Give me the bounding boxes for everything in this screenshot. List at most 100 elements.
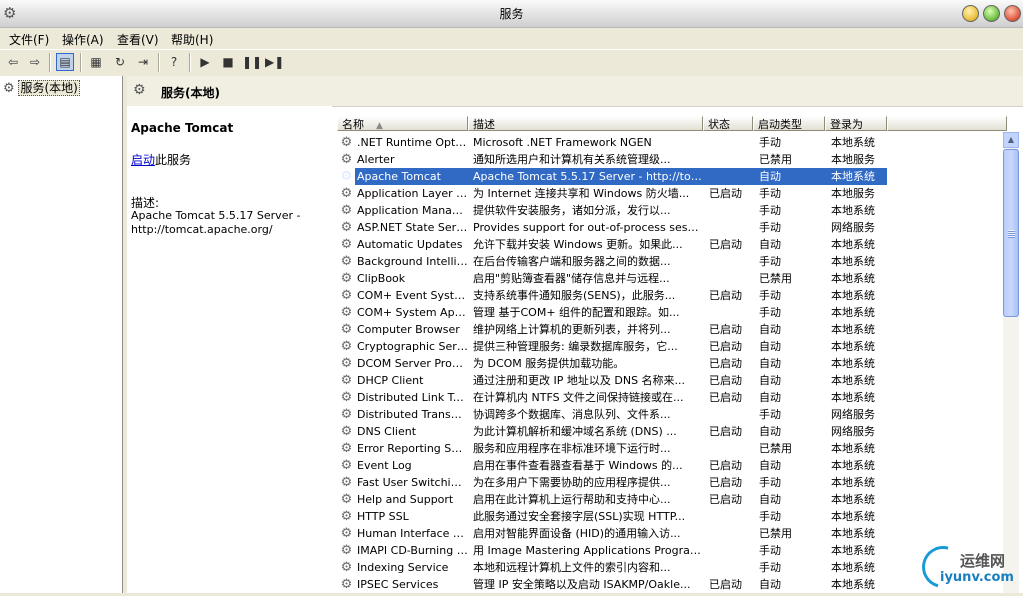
service-status — [707, 406, 757, 423]
column-header-name[interactable]: 名称 ▲ — [337, 116, 468, 131]
service-description: 为 DCOM 服务提供加载功能。 — [473, 357, 625, 370]
vertical-scrollbar[interactable]: ▲ — [1003, 132, 1019, 593]
service-startup-type: 自动 — [759, 357, 781, 370]
menu-action[interactable]: 操作(A) — [62, 31, 104, 48]
service-row[interactable]: ⚙ Indexing Service 本地和远程计算机上文件的索引内容和... 手动 本… — [337, 559, 1007, 576]
service-row[interactable]: ⚙ .NET Runtime Optim... Microsoft .NET Fra… — [337, 134, 1007, 151]
service-row[interactable]: ⚙ Help and Support 启用在此计算机上运行帮助和支持中心... 已启动… — [337, 491, 1007, 508]
service-row[interactable]: ⚙ ClipBook 启用"剪贴簿查看器"储存信息并与远程... 已禁用 本地系统 — [337, 270, 1007, 287]
service-startup-type: 手动 — [759, 136, 781, 149]
pause-icon[interactable]: ❚❚ — [242, 53, 262, 71]
service-row[interactable]: ⚙ DHCP Client 通过注册和更改 IP 地址以及 DNS 名称来... 已启… — [337, 372, 1007, 389]
export-list-icon[interactable]: ⇥ — [134, 53, 152, 71]
details-pane: ⚙ 服务(本地) Apache Tomcat 启动此服务 描述: Apache … — [127, 76, 1023, 593]
service-description: 在后台传输客户端和服务器之间的数据... — [473, 255, 671, 268]
service-startup-type: 自动 — [759, 391, 781, 404]
service-description: 启用在事件查看器查看基于 Windows 的... — [473, 459, 683, 472]
service-status — [707, 253, 757, 270]
service-row[interactable]: ⚙ ASP.NET State Serv... Provides support f… — [337, 219, 1007, 236]
column-header-status[interactable]: 状态 — [703, 116, 753, 131]
service-name: DCOM Server Proce... — [357, 357, 468, 370]
service-row[interactable]: ⚙ Alerter 通知所选用户和计算机有关系统管理级... 已禁用 本地服务 — [337, 151, 1007, 168]
service-gear-icon: ⚙ — [340, 458, 353, 473]
service-startup-type: 自动 — [759, 459, 781, 472]
back-arrow-icon[interactable]: ⇦ — [4, 53, 22, 71]
service-description: 通过注册和更改 IP 地址以及 DNS 名称来... — [473, 374, 686, 387]
service-gear-icon: ⚙ — [340, 305, 353, 320]
service-name: Distributed Link Tra... — [357, 391, 468, 404]
service-row[interactable]: ⚙ Automatic Updates 允许下载并安装 Windows 更新。如果此… — [337, 236, 1007, 253]
restart-icon[interactable]: ▶❚ — [265, 53, 284, 71]
service-row[interactable]: ⚙ Apache Tomcat Apache Tomcat 5.5.17 Serve… — [337, 168, 1007, 185]
service-row[interactable]: ⚙ Application Manage... 提供软件安装服务，诸如分派，发行以.… — [337, 202, 1007, 219]
help-icon[interactable]: ? — [165, 53, 183, 71]
play-icon[interactable]: ▶ — [196, 53, 214, 71]
column-header-logon[interactable]: 登录为 — [825, 116, 887, 131]
column-header-description[interactable]: 描述 — [468, 116, 703, 131]
service-row[interactable]: ⚙ Cryptographic Servi... 提供三种管理服务: 编录数据库服务… — [337, 338, 1007, 355]
service-description: 提供软件安装服务，诸如分派，发行以... — [473, 204, 671, 217]
minimize-button[interactable] — [962, 5, 979, 22]
column-header-startup-type[interactable]: 启动类型 — [753, 116, 825, 131]
service-row[interactable]: ⚙ Computer Browser 维护网络上计算机的更新列表，并将列... 已启动… — [337, 321, 1007, 338]
service-row[interactable]: ⚙ IMAPI CD-Burning C... 用 Image Mastering … — [337, 542, 1007, 559]
service-description: 此服务通过安全套接字层(SSL)实现 HTTP... — [473, 510, 686, 523]
service-row[interactable]: ⚙ COM+ Event System 支持系统事件通知服务(SENS)，此服务..… — [337, 287, 1007, 304]
service-row[interactable]: ⚙ Fast User Switching... 为在多用户下需要协助的应用程序提供… — [337, 474, 1007, 491]
start-service-link[interactable]: 启动 — [131, 153, 155, 167]
stop-icon[interactable]: ■ — [219, 53, 237, 71]
scroll-up-icon[interactable]: ▲ — [1003, 132, 1019, 148]
service-row[interactable]: ⚙ IPSEC Services 管理 IP 安全策略以及启动 ISAKMP/Oak… — [337, 576, 1007, 593]
service-description: Provides support for out-of-process sess… — [473, 221, 703, 234]
service-row[interactable]: ⚙ Event Log 启用在事件查看器查看基于 Windows 的... 已启动 自动… — [337, 457, 1007, 474]
service-gear-icon: ⚙ — [340, 288, 353, 303]
service-status — [707, 440, 757, 457]
menu-view[interactable]: 查看(V) — [117, 31, 159, 48]
service-startup-type: 自动 — [759, 578, 781, 591]
refresh-icon[interactable]: ↻ — [111, 53, 129, 71]
service-row[interactable]: ⚙ Distributed Transac... 协调跨多个数据库、消息队列、文件系… — [337, 406, 1007, 423]
service-description: 为此计算机解析和缓冲域名系统 (DNS) ... — [473, 425, 677, 438]
service-status: 已启动 — [709, 340, 742, 353]
service-name: Indexing Service — [357, 561, 449, 574]
service-status: 已启动 — [709, 391, 742, 404]
service-description: 为在多用户下需要协助的应用程序提供... — [473, 476, 671, 489]
close-button[interactable] — [1004, 5, 1021, 22]
service-logon-as: 本地系统 — [831, 323, 875, 336]
maximize-button[interactable] — [983, 5, 1000, 22]
service-row[interactable]: ⚙ Background Intellig... 在后台传输客户端和服务器之间的数据… — [337, 253, 1007, 270]
properties-icon[interactable]: ▦ — [87, 53, 105, 71]
service-logon-as: 本地系统 — [831, 306, 875, 319]
service-row[interactable]: ⚙ Error Reporting Ser... 服务和应用程序在非标准环境下运行时… — [337, 440, 1007, 457]
service-row[interactable]: ⚙ Human Interface D... 启用对智能界面设备 (HID)的通用输… — [337, 525, 1007, 542]
service-gear-icon: ⚙ — [340, 390, 353, 405]
service-gear-icon: ⚙ — [340, 237, 353, 252]
menu-file[interactable]: 文件(F) — [9, 31, 49, 48]
menu-help[interactable]: 帮助(H) — [171, 31, 213, 48]
service-status: 已启动 — [709, 374, 742, 387]
service-logon-as: 本地系统 — [831, 391, 875, 404]
service-row[interactable]: ⚙ DNS Client 为此计算机解析和缓冲域名系统 (DNS) ... 已启动 自动… — [337, 423, 1007, 440]
service-name: Human Interface D... — [357, 527, 468, 540]
service-row[interactable]: ⚙ Application Layer G... 为 Internet 连接共享和 … — [337, 185, 1007, 202]
service-row[interactable]: ⚙ HTTP SSL 此服务通过安全套接字层(SSL)实现 HTTP... 手动 本地系… — [337, 508, 1007, 525]
toolbar-separator — [189, 53, 191, 72]
service-row[interactable]: ⚙ DCOM Server Proce... 为 DCOM 服务提供加载功能。 已启动… — [337, 355, 1007, 372]
service-status — [707, 168, 757, 185]
service-name: IPSEC Services — [357, 578, 439, 591]
service-gear-icon: ⚙ — [340, 526, 353, 541]
scrollbar-thumb[interactable] — [1003, 149, 1019, 317]
forward-arrow-icon[interactable]: ⇨ — [26, 53, 44, 71]
service-logon-as: 本地服务 — [831, 187, 875, 200]
service-row[interactable]: ⚙ Distributed Link Tra... 在计算机内 NTFS 文件之间保… — [337, 389, 1007, 406]
service-logon-as: 网络服务 — [831, 408, 875, 421]
service-gear-icon: ⚙ — [340, 271, 353, 286]
column-startup-label: 启动类型 — [758, 118, 802, 131]
service-logon-as: 本地系统 — [831, 561, 875, 574]
service-startup-type: 手动 — [759, 408, 781, 421]
service-row[interactable]: ⚙ COM+ System Appli... 管理 基于COM+ 组件的配置和跟踪。… — [337, 304, 1007, 321]
service-name: Automatic Updates — [357, 238, 463, 251]
tree-node-services-local[interactable]: ⚙ 服务(本地) — [3, 79, 80, 96]
show-hide-tree-icon[interactable]: ▤ — [56, 53, 74, 71]
service-logon-as: 本地系统 — [831, 442, 875, 455]
